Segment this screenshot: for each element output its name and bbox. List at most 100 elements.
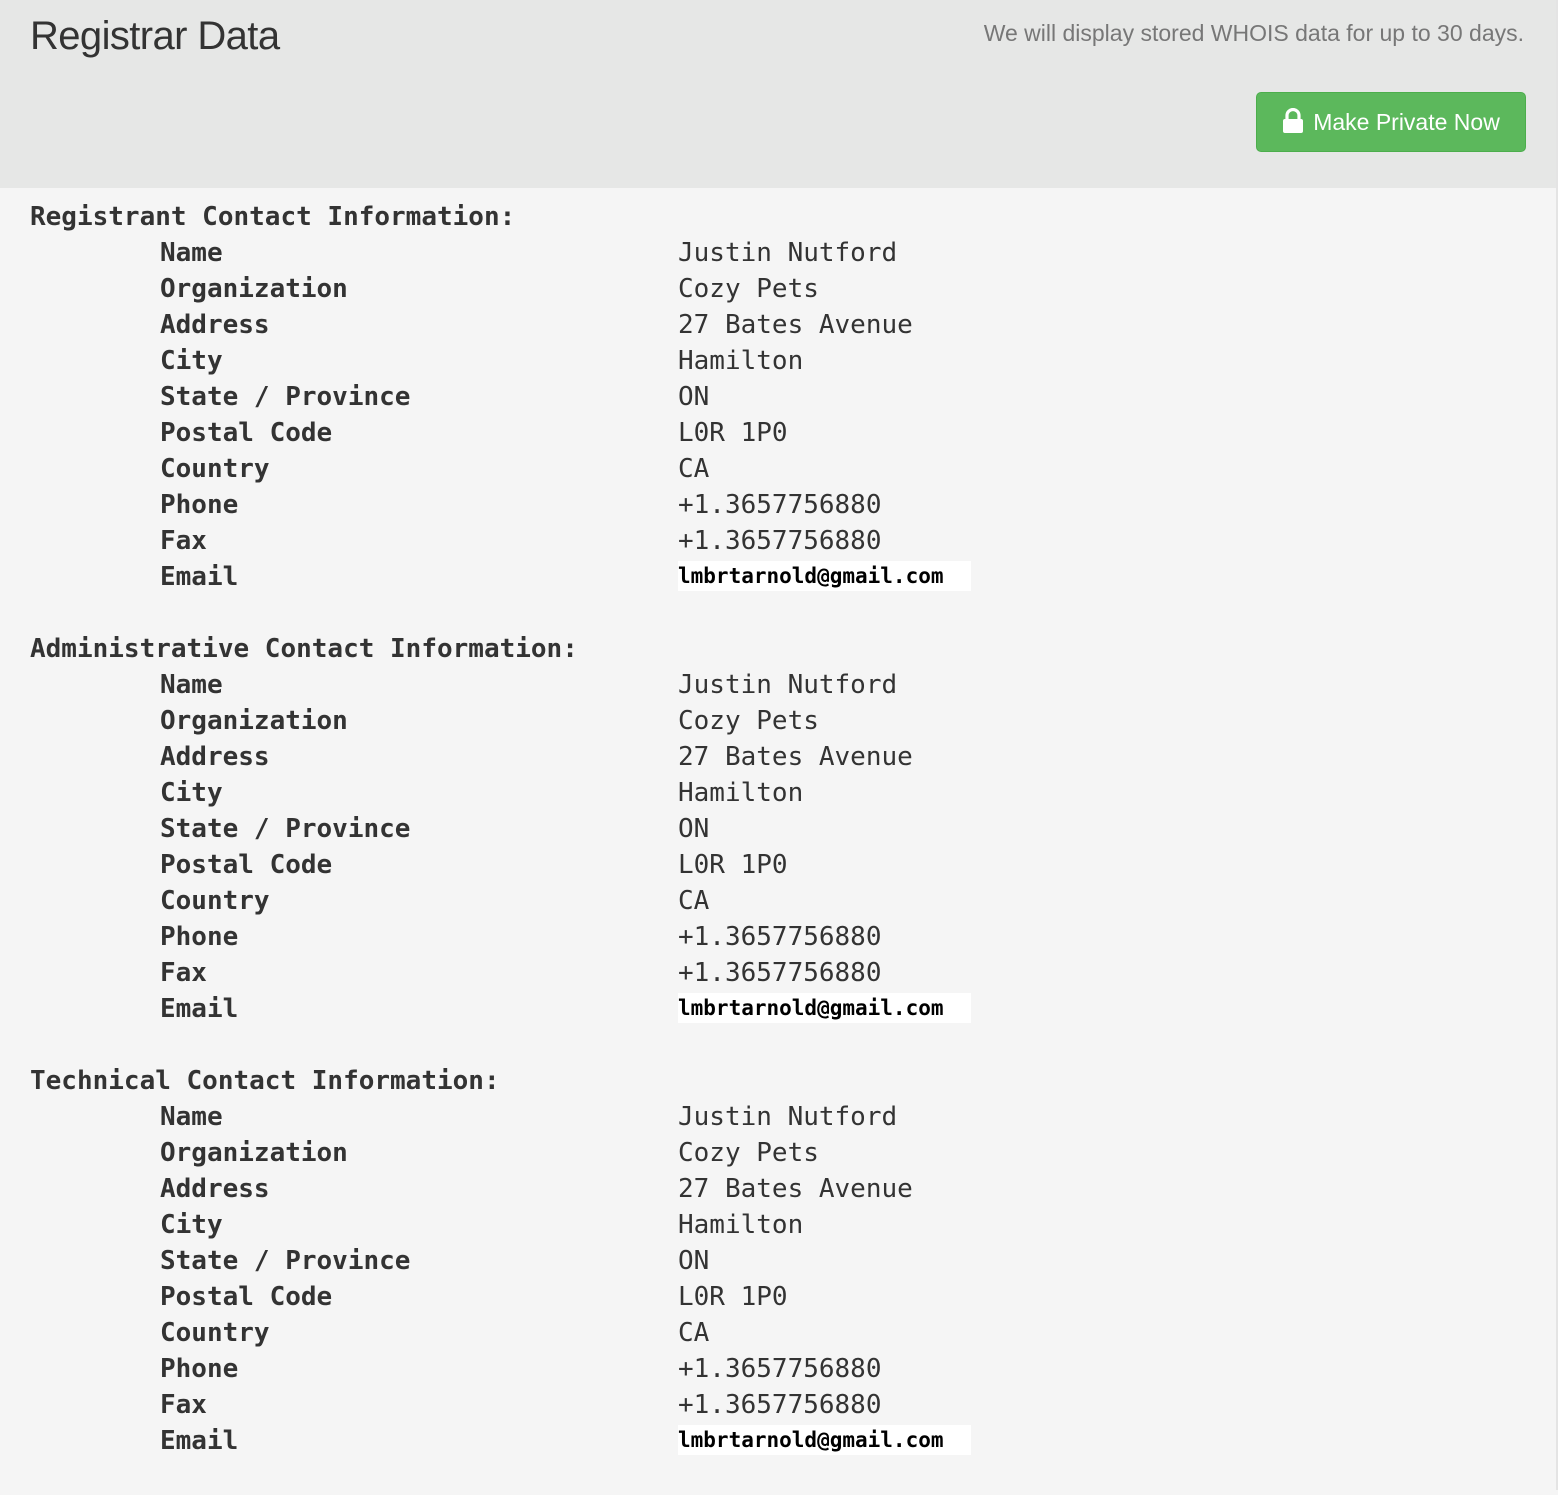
field-label: Fax xyxy=(160,1390,207,1420)
field-label: Name xyxy=(160,1102,223,1132)
field-label: Fax xyxy=(160,526,207,556)
field-label: Postal Code xyxy=(160,1282,333,1312)
section-title: Administrative Contact Information: xyxy=(30,634,578,664)
field-label: Country xyxy=(160,886,270,916)
field-value: Hamilton xyxy=(678,1210,804,1240)
field-value: 27 Bates Avenue xyxy=(678,742,913,772)
field-label: City xyxy=(160,778,223,808)
field-label: Phone xyxy=(160,1354,239,1384)
field-value: 27 Bates Avenue xyxy=(678,310,913,340)
field-label: City xyxy=(160,1210,223,1240)
field-label: Organization xyxy=(160,274,348,304)
field-row-city: City Hamilton xyxy=(30,775,803,811)
field-value: ON xyxy=(678,1246,710,1276)
field-label: State / Province xyxy=(160,382,411,412)
field-row-name: Name Justin Nutford xyxy=(30,235,897,271)
field-value: L0R 1P0 xyxy=(678,1282,788,1312)
field-row-phone: Phone +1.3657756880 xyxy=(30,1351,882,1387)
field-row-fax: Fax +1.3657756880 xyxy=(30,523,882,559)
field-label: Organization xyxy=(160,1138,348,1168)
administrative-contact-section: Administrative Contact Information: Name… xyxy=(30,631,971,1027)
field-value: ON xyxy=(678,382,710,412)
email-image: lmbrtarnold@gmail.com xyxy=(678,993,971,1023)
field-label: Name xyxy=(160,670,223,700)
field-row-fax: Fax +1.3657756880 xyxy=(30,955,882,991)
email-image: lmbrtarnold@gmail.com xyxy=(678,561,971,591)
field-label: Address xyxy=(160,742,270,772)
field-value: L0R 1P0 xyxy=(678,850,788,880)
field-row-country: Country CA xyxy=(30,1315,709,1351)
field-row-address: Address 27 Bates Avenue xyxy=(30,739,913,775)
section-title: Registrant Contact Information: xyxy=(30,202,516,232)
field-label: Address xyxy=(160,1174,270,1204)
field-value: Cozy Pets xyxy=(678,274,819,304)
field-value: Justin Nutford xyxy=(678,1102,898,1132)
registrant-contact-section: Registrant Contact Information: Name Just… xyxy=(30,199,971,595)
field-row-name: Name Justin Nutford xyxy=(30,1099,897,1135)
field-row-email: Email lmbrtarnold@gmail.com xyxy=(30,991,971,1027)
registrar-data-header: Registrar Data We will display stored WH… xyxy=(0,0,1556,188)
field-value: CA xyxy=(678,454,710,484)
field-value: +1.3657756880 xyxy=(678,922,882,952)
field-row-city: City Hamilton xyxy=(30,1207,803,1243)
field-row-address: Address 27 Bates Avenue xyxy=(30,307,913,343)
email-image: lmbrtarnold@gmail.com xyxy=(678,1425,971,1455)
make-private-now-button[interactable]: Make Private Now xyxy=(1256,92,1526,152)
field-value: +1.3657756880 xyxy=(678,490,882,520)
field-label: Address xyxy=(160,310,270,340)
field-value: L0R 1P0 xyxy=(678,418,788,448)
whois-record: Registrant Contact Information: Name Just… xyxy=(30,199,971,1495)
field-value: +1.3657756880 xyxy=(678,958,882,988)
field-value: +1.3657756880 xyxy=(678,1354,882,1384)
field-row-organization: Organization Cozy Pets xyxy=(30,703,819,739)
field-label: Country xyxy=(160,1318,270,1348)
lock-icon xyxy=(1282,107,1304,134)
field-label: Fax xyxy=(160,958,207,988)
field-value: Justin Nutford xyxy=(678,238,898,268)
field-value: +1.3657756880 xyxy=(678,1390,882,1420)
field-value: +1.3657756880 xyxy=(678,526,882,556)
section-title: Technical Contact Information: xyxy=(30,1066,500,1096)
field-row-postal-code: Postal Code L0R 1P0 xyxy=(30,415,788,451)
field-row-organization: Organization Cozy Pets xyxy=(30,271,819,307)
field-row-email: Email lmbrtarnold@gmail.com xyxy=(30,559,971,595)
field-row-fax: Fax +1.3657756880 xyxy=(30,1387,882,1423)
field-value: Hamilton xyxy=(678,778,804,808)
field-label: Email xyxy=(160,562,239,592)
field-label: Email xyxy=(160,1426,239,1456)
field-label: Country xyxy=(160,454,270,484)
email-value: lmbrtarnold@gmail.com xyxy=(678,1428,944,1452)
field-label: Postal Code xyxy=(160,850,333,880)
field-row-country: Country CA xyxy=(30,883,709,919)
email-value: lmbrtarnold@gmail.com xyxy=(678,996,944,1020)
field-row-state-province: State / Province ON xyxy=(30,811,709,847)
field-row-city: City Hamilton xyxy=(30,343,803,379)
field-value: Justin Nutford xyxy=(678,670,898,700)
field-value: Cozy Pets xyxy=(678,706,819,736)
field-value: CA xyxy=(678,1318,710,1348)
field-row-country: Country CA xyxy=(30,451,709,487)
make-private-now-label: Make Private Now xyxy=(1313,108,1500,135)
field-label: Postal Code xyxy=(160,418,333,448)
field-row-name: Name Justin Nutford xyxy=(30,667,897,703)
field-label: State / Province xyxy=(160,1246,411,1276)
field-label: City xyxy=(160,346,223,376)
field-row-organization: Organization Cozy Pets xyxy=(30,1135,819,1171)
field-row-address: Address 27 Bates Avenue xyxy=(30,1171,913,1207)
field-label: State / Province xyxy=(160,814,411,844)
field-label: Name xyxy=(160,238,223,268)
email-value: lmbrtarnold@gmail.com xyxy=(678,564,944,588)
field-label: Email xyxy=(160,994,239,1024)
field-value: CA xyxy=(678,886,710,916)
page-title: Registrar Data xyxy=(30,14,280,58)
whois-retention-note: We will display stored WHOIS data for up… xyxy=(983,20,1524,46)
field-row-state-province: State / Province ON xyxy=(30,379,709,415)
field-row-phone: Phone +1.3657756880 xyxy=(30,919,882,955)
field-value: 27 Bates Avenue xyxy=(678,1174,913,1204)
field-row-postal-code: Postal Code L0R 1P0 xyxy=(30,847,788,883)
field-value: ON xyxy=(678,814,710,844)
field-value: Cozy Pets xyxy=(678,1138,819,1168)
technical-contact-section: Technical Contact Information: Name Justi… xyxy=(30,1063,971,1459)
field-label: Phone xyxy=(160,490,239,520)
field-row-state-province: State / Province ON xyxy=(30,1243,709,1279)
